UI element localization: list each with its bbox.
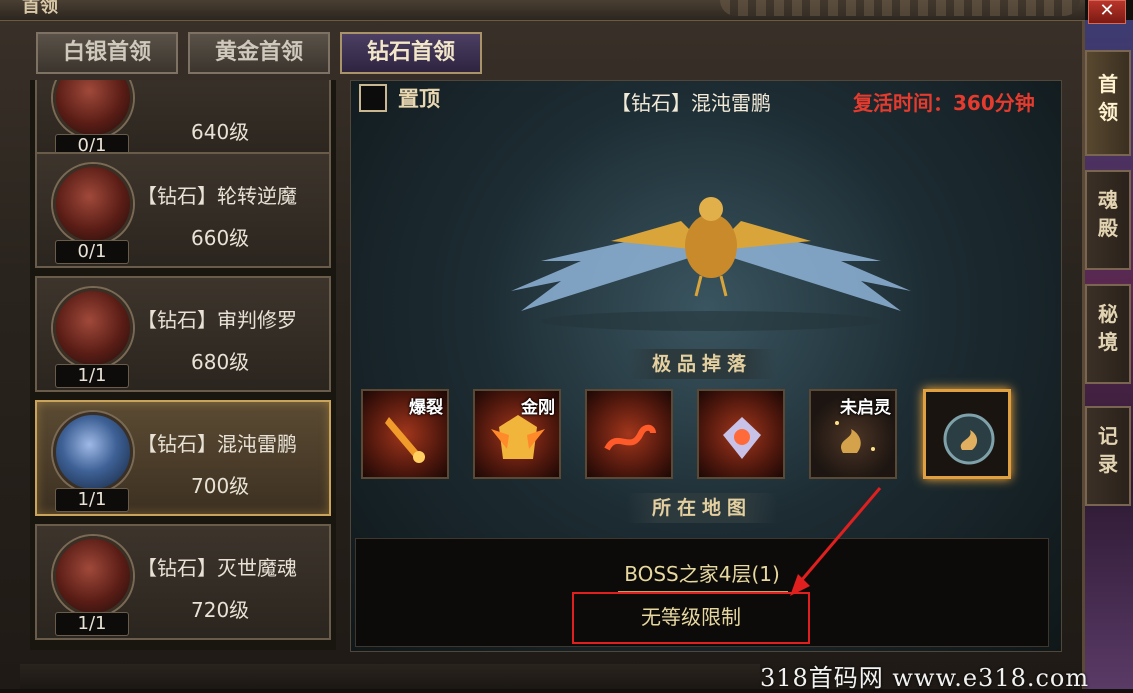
boss-bird-model [511,197,911,331]
boss-name: 【钻石】审判修罗 [137,308,297,332]
kill-count: 0/1 [55,240,129,264]
tab-gold-boss[interactable]: 黄金首领 [188,32,330,74]
boss-level: 700级 [191,474,250,498]
boss-level: 720级 [191,598,250,622]
kill-count: 1/1 [55,612,129,636]
drops-header: 极品掉落 [627,349,777,379]
revive-time: 复活时间：360分钟 [853,91,1035,115]
side-tab-label: 秘境 [1098,302,1118,354]
boss-level: 660级 [191,226,250,250]
boss-name: 【钻石】轮转逆魔 [137,184,297,208]
side-tab-label: 魂殿 [1098,188,1118,240]
boss-portrait [53,536,133,616]
pin-checkbox[interactable] [359,84,387,112]
boss-name: 【钻石】混沌雷鹏 [137,432,297,456]
boss-name: 【钻石】灭世魔魂 [137,556,297,580]
drop-slot-medallion[interactable] [923,389,1011,479]
boss-level: 680级 [191,350,250,374]
drop-tag: 未启灵 [840,398,891,418]
map-name[interactable]: BOSS之家4层(1) [356,558,1048,587]
close-button[interactable]: ✕ [1088,0,1126,24]
boss-item-640[interactable]: 0/1 640级 [35,80,331,162]
drop-slot-spirit[interactable]: 未启灵 [809,389,897,479]
side-tab-secret-realm[interactable]: 秘境 [1085,284,1131,384]
dragon-icon [604,424,656,451]
boss-portrait [53,288,133,368]
watermark: 318首码网 www.e318.com [760,664,1090,692]
drop-slot-sword[interactable]: 爆裂 [361,389,449,479]
header-ornament [720,0,1080,16]
boss-portrait [53,80,133,138]
boss-item-700[interactable]: 1/1 【钻石】混沌雷鹏 700级 [35,400,331,516]
window-header: 首领 [0,0,1085,21]
gem-icon [723,417,761,459]
kill-count: 1/1 [55,364,129,388]
side-tab-boss[interactable]: 首领 [1085,50,1131,156]
kill-count: 1/1 [55,488,129,512]
boss-item-720[interactable]: 1/1 【钻石】灭世魔魂 720级 [35,524,331,640]
side-tab-label: 首领 [1098,72,1118,124]
map-header: 所在地图 [627,493,777,523]
medallion-icon [943,413,995,465]
boss-item-680[interactable]: 1/1 【钻石】审判修罗 680级 [35,276,331,392]
tab-silver-boss[interactable]: 白银首领 [36,32,178,74]
drop-tag: 金刚 [521,398,555,418]
pin-label: 置顶 [398,87,440,111]
boss-level: 640级 [191,120,250,144]
side-tab-soul-hall[interactable]: 魂殿 [1085,170,1131,270]
side-tab-label: 记录 [1098,424,1118,476]
boss-window: 首领 白银首领 黄金首领 钻石首领 0/1 640级 0/1 【钻石】轮转逆魔 … [0,0,1085,689]
drop-tag: 爆裂 [409,398,443,418]
boss-detail-panel: 置顶 【钻石】混沌雷鹏 复活时间：360分钟 极品掉落 爆裂 金刚 未启灵 所在… [350,80,1062,652]
boss-title: 【钻石】混沌雷鹏 [611,91,771,115]
boss-list[interactable]: 0/1 640级 0/1 【钻石】轮转逆魔 660级 1/1 【钻石】审判修罗 … [30,80,336,650]
drop-slot-dragon[interactable] [585,389,673,479]
boss-portrait [53,412,133,492]
drop-slot-gem[interactable] [697,389,785,479]
level-requirement: 无等级限制 [572,592,810,644]
side-tab-records[interactable]: 记录 [1085,406,1131,506]
window-title: 首领 [22,0,58,17]
tab-diamond-boss[interactable]: 钻石首领 [340,32,482,74]
drop-slot-armor[interactable]: 金刚 [473,389,561,479]
boss-portrait [53,164,133,244]
boss-item-660[interactable]: 0/1 【钻石】轮转逆魔 660级 [35,152,331,268]
map-info: BOSS之家4层(1) 无等级限制 [355,538,1049,647]
bottom-bar [20,664,760,689]
